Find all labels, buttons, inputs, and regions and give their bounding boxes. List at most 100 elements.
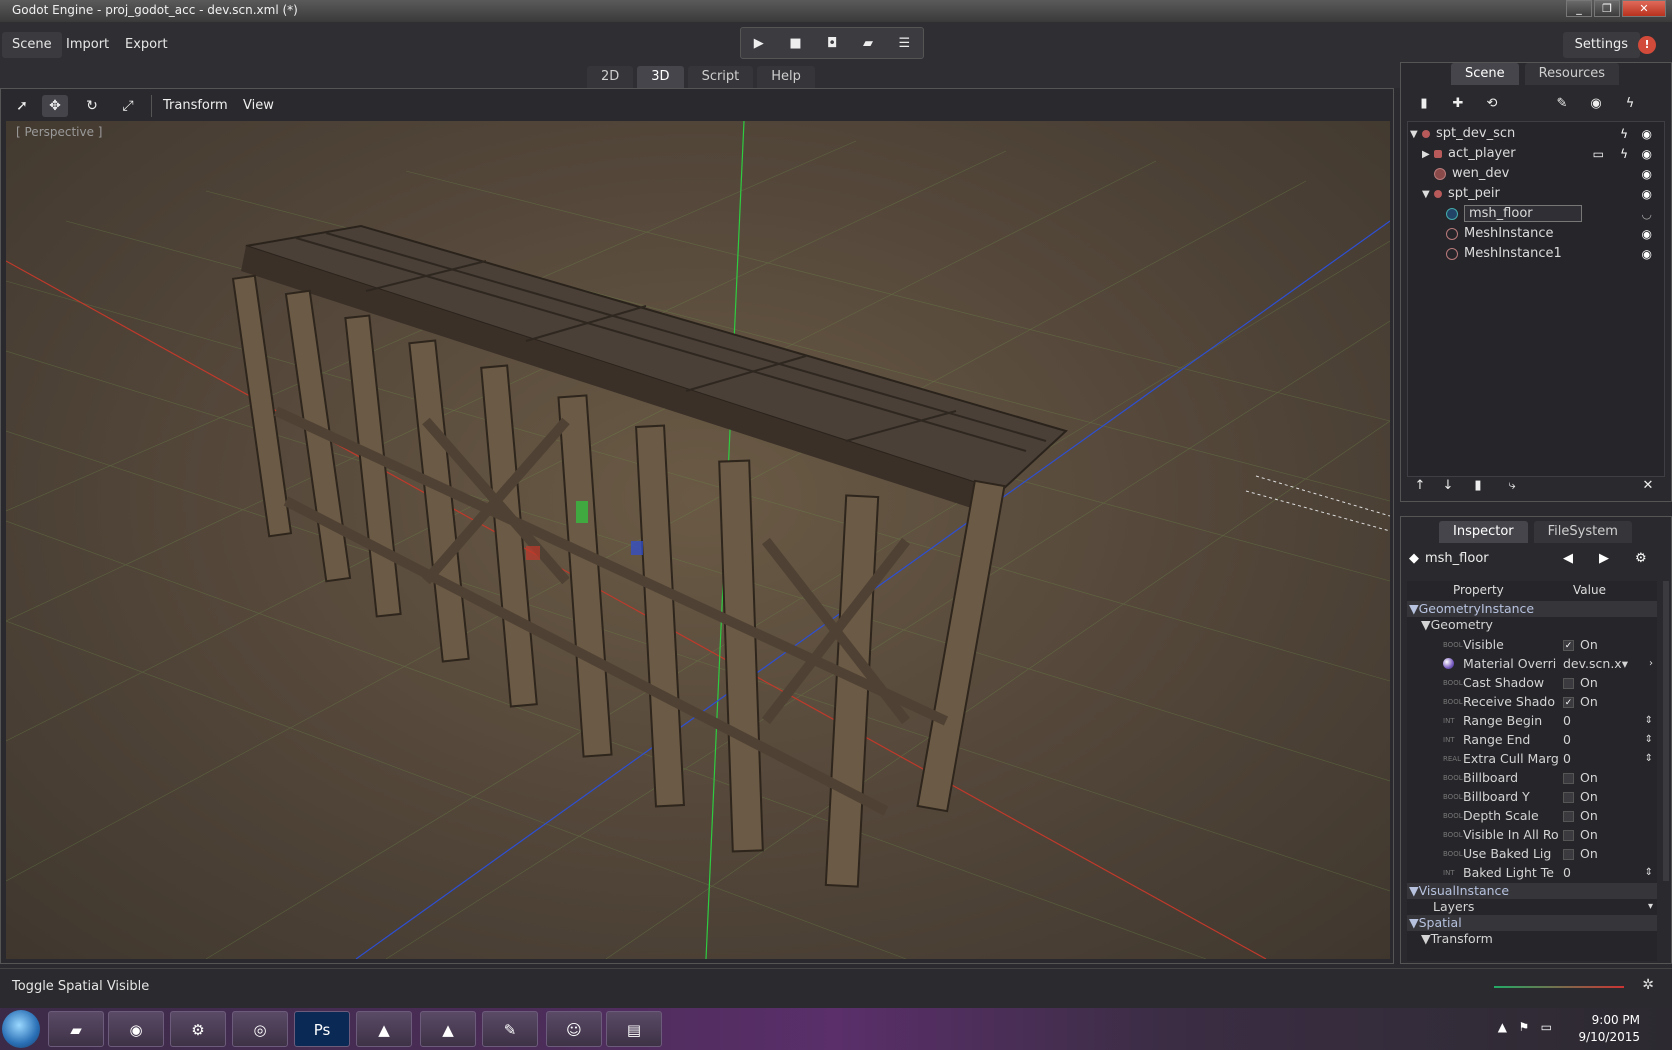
spinner-icon[interactable]: ⇕: [1645, 711, 1653, 731]
tree-node-spt-dev-scn[interactable]: ▼ spt_dev_scn ϟ ◉: [1410, 124, 1662, 144]
property-value[interactable]: ✓ On: [1563, 635, 1598, 655]
property-row[interactable]: BOOL Billboard On: [1407, 768, 1657, 788]
alert-icon[interactable]: !: [1638, 36, 1656, 54]
history-back-icon[interactable]: ◀: [1563, 551, 1573, 566]
tab-resources[interactable]: Resources: [1524, 63, 1620, 85]
property-value[interactable]: 0: [1563, 711, 1571, 731]
move-tool-icon[interactable]: ✥: [42, 95, 68, 117]
expand-arrow-icon[interactable]: ▶: [1422, 145, 1434, 165]
groups-icon[interactable]: ◉: [1585, 95, 1607, 113]
3d-viewport[interactable]: [ Perspective ]: [6, 121, 1390, 959]
reparent-icon[interactable]: ⤷: [1501, 477, 1523, 495]
property-row[interactable]: INT Range Begin 0 ⇕: [1407, 711, 1657, 731]
taskbar-maya-icon[interactable]: ▲: [356, 1011, 412, 1047]
property-value[interactable]: 0: [1563, 749, 1571, 769]
taskbar-explorer-icon[interactable]: ▰: [48, 1011, 104, 1047]
gizmo-x[interactable]: [526, 546, 540, 560]
gizmo-y[interactable]: [576, 501, 588, 523]
taskbar-firefox-icon[interactable]: ◉: [108, 1011, 164, 1047]
property-row[interactable]: INT Range End 0 ⇕: [1407, 730, 1657, 750]
visibility-eye-icon[interactable]: ◉: [1642, 164, 1652, 184]
instance-icon[interactable]: ⟲: [1481, 95, 1503, 113]
object-menu-gear-icon[interactable]: ⚙: [1635, 551, 1647, 566]
property-value[interactable]: On: [1563, 787, 1598, 807]
signal-icon[interactable]: ϟ: [1620, 124, 1628, 144]
tray-arrow-icon[interactable]: ▲: [1498, 1020, 1507, 1034]
section-transform[interactable]: ▼Transform: [1407, 931, 1657, 947]
tab-3d[interactable]: 3D: [637, 66, 684, 88]
visibility-eye-icon[interactable]: ◉: [1642, 244, 1652, 264]
maximize-button[interactable]: ❐: [1594, 0, 1620, 17]
tab-2d[interactable]: 2D: [587, 66, 634, 88]
checkbox[interactable]: ✓: [1563, 697, 1574, 708]
stop-icon[interactable]: ■: [789, 36, 801, 51]
property-value[interactable]: On: [1563, 768, 1598, 788]
taskbar-steam-icon[interactable]: ⚙: [170, 1011, 226, 1047]
property-value[interactable]: On: [1563, 825, 1598, 845]
checkbox[interactable]: [1563, 849, 1574, 860]
pause-icon[interactable]: ◘: [827, 36, 837, 51]
duplicate-icon[interactable]: ▮: [1467, 477, 1489, 495]
property-value[interactable]: On: [1563, 844, 1598, 864]
select-tool-icon[interactable]: ➚: [9, 95, 35, 117]
tab-inspector[interactable]: Inspector: [1439, 521, 1528, 543]
property-value[interactable]: 0: [1563, 730, 1571, 750]
add-node-icon[interactable]: ✚: [1447, 95, 1469, 113]
start-button[interactable]: [2, 1010, 40, 1048]
collapse-arrow-icon[interactable]: ▼: [1410, 125, 1422, 145]
tree-node-meshinstance[interactable]: MeshInstance ◉: [1446, 224, 1662, 244]
menu-import[interactable]: Import: [56, 32, 119, 58]
checkbox[interactable]: [1563, 678, 1574, 689]
visibility-eye-closed-icon[interactable]: ◡: [1642, 204, 1652, 224]
delete-node-icon[interactable]: ✕: [1637, 477, 1659, 495]
tray-network-icon[interactable]: ▭: [1541, 1020, 1552, 1034]
taskbar-window-icon[interactable]: ▤: [606, 1011, 662, 1047]
property-row[interactable]: BOOL Visible In All Ro On: [1407, 825, 1657, 845]
property-row[interactable]: REAL Extra Cull Marg 0 ⇕: [1407, 749, 1657, 769]
section-geometry-instance[interactable]: ▼GeometryInstance: [1407, 601, 1657, 617]
transform-menu[interactable]: Transform: [157, 95, 234, 117]
tree-node-wen-dev[interactable]: wen_dev ◉: [1434, 164, 1662, 184]
section-visual-instance[interactable]: ▼VisualInstance: [1407, 883, 1657, 899]
property-value[interactable]: On: [1563, 673, 1598, 693]
checkbox[interactable]: [1563, 792, 1574, 803]
checkbox[interactable]: ✓: [1563, 640, 1574, 651]
taskbar-godot-icon[interactable]: ☺: [546, 1011, 602, 1047]
gizmo-z[interactable]: [631, 541, 643, 555]
property-row[interactable]: Material Overri dev.scn.x▾ ›: [1407, 654, 1657, 674]
property-row[interactable]: BOOL Cast Shadow On: [1407, 673, 1657, 693]
minimize-button[interactable]: _: [1566, 0, 1592, 17]
section-spatial[interactable]: ▼Spatial: [1407, 915, 1657, 931]
taskbar-photoshop-icon[interactable]: Ps: [294, 1011, 350, 1047]
signal-icon[interactable]: ϟ: [1620, 144, 1628, 164]
movie-icon[interactable]: ▰: [863, 36, 873, 51]
tree-node-meshinstance1[interactable]: MeshInstance1 ◉: [1446, 244, 1662, 264]
property-value[interactable]: ✓ On: [1563, 692, 1598, 712]
spinner-icon[interactable]: ⇕: [1645, 730, 1653, 750]
property-value[interactable]: dev.scn.x▾: [1563, 654, 1628, 674]
visibility-eye-icon[interactable]: ◉: [1642, 224, 1652, 244]
property-row[interactable]: BOOL Depth Scale On: [1407, 806, 1657, 826]
visibility-eye-icon[interactable]: ◉: [1642, 184, 1652, 204]
menu-export[interactable]: Export: [115, 32, 178, 58]
property-row[interactable]: BOOL Receive Shado ✓ On: [1407, 692, 1657, 712]
close-button[interactable]: ✕: [1622, 0, 1666, 17]
tree-node-msh-floor[interactable]: msh_floor ◡: [1446, 204, 1662, 224]
move-up-icon[interactable]: ↑: [1409, 477, 1431, 495]
connections-icon[interactable]: ϟ: [1619, 95, 1641, 113]
view-menu[interactable]: View: [237, 95, 280, 117]
property-value[interactable]: On: [1563, 806, 1598, 826]
move-down-icon[interactable]: ↓: [1437, 477, 1459, 495]
taskbar-blender-icon[interactable]: ◎: [232, 1011, 288, 1047]
tab-help[interactable]: Help: [757, 66, 815, 88]
visibility-eye-icon[interactable]: ◉: [1642, 144, 1652, 164]
collapse-arrow-icon[interactable]: ▼: [1422, 185, 1434, 205]
property-layers[interactable]: Layers ▾: [1407, 899, 1657, 915]
dropdown-arrow-icon[interactable]: ▾: [1648, 899, 1653, 915]
checkbox[interactable]: [1563, 811, 1574, 822]
script-icon[interactable]: ✎: [1551, 95, 1573, 113]
inspector-scrollbar[interactable]: [1663, 581, 1669, 881]
scale-tool-icon[interactable]: ⤢: [115, 95, 141, 117]
tree-node-spt-peir[interactable]: ▼ spt_peir ◉: [1422, 184, 1662, 204]
menu-scene[interactable]: Scene: [2, 32, 62, 58]
